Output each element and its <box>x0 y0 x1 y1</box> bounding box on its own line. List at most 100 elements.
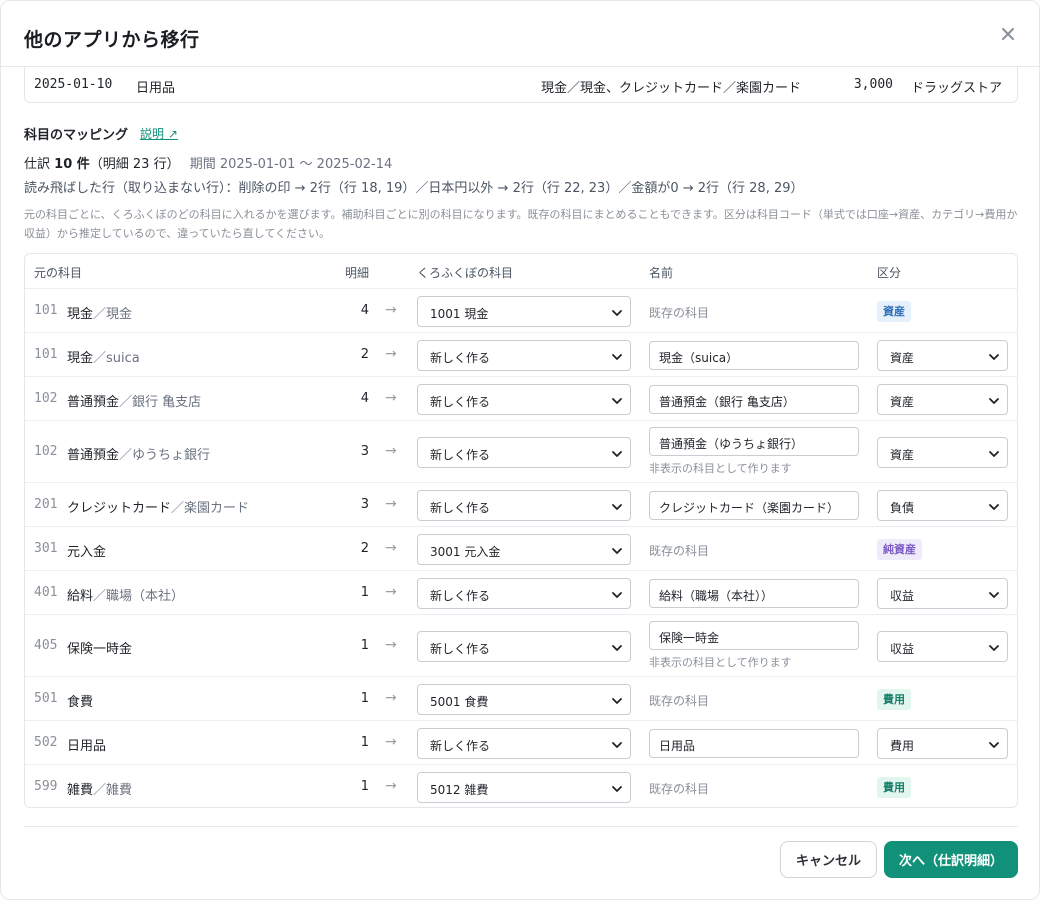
source-main: 普通預金 <box>67 448 120 463</box>
target-account-select[interactable]: 新しく作る <box>417 631 631 662</box>
preview-row: 2025-01-10 日用品 現金／現金、クレジットカード／楽園カード 3,00… <box>24 67 1018 103</box>
existing-account-label: 既存の科目 <box>649 306 710 320</box>
line-count: 1 <box>360 585 369 600</box>
table-row: 101 現金／suica 2 → 新しく作る 現金（suica） 資産 <box>25 332 1017 377</box>
source-sub: ／楽園カード <box>171 501 250 516</box>
source-account: 普通預金／銀行 亀支店 <box>67 391 201 410</box>
preview-date: 2025-01-10 <box>34 77 113 92</box>
source-code: 502 <box>34 735 58 750</box>
source-sub: ／銀行 亀支店 <box>119 395 202 410</box>
chevron-down-icon <box>611 448 623 458</box>
target-account-select[interactable]: 5012 雑費 <box>417 772 631 803</box>
line-count: 4 <box>360 391 369 406</box>
header-name: 名前 <box>649 266 674 280</box>
line-count: 1 <box>360 691 369 706</box>
account-name-input[interactable]: 給料（職場（本社）） <box>649 579 859 608</box>
account-name-input[interactable]: 普通預金（ゆうちょ銀行） <box>649 427 859 456</box>
account-name-input[interactable]: 現金（suica） <box>649 341 859 370</box>
line-count: 4 <box>360 303 369 318</box>
summary-prefix: 仕訳 <box>24 157 51 172</box>
target-account-value: 新しく作る <box>430 501 491 515</box>
target-account-value: 新しく作る <box>430 739 491 753</box>
source-account: 給料／職場（本社） <box>67 585 184 604</box>
target-account-value: 新しく作る <box>430 351 491 365</box>
summary-line: 仕訳 10 件（明細 23 行） 期間 2025-01-01 〜 2025-02… <box>24 153 392 172</box>
chevron-down-icon <box>988 448 1000 458</box>
source-main: 元入金 <box>67 545 107 560</box>
account-name-input[interactable]: 保険一時金 <box>649 621 859 650</box>
chevron-down-icon <box>988 351 1000 361</box>
source-code: 102 <box>34 444 58 459</box>
table-row: 101 現金／現金 4 → 1001 現金 既存の科目 資産 <box>25 288 1017 333</box>
target-account-select[interactable]: 新しく作る <box>417 728 631 759</box>
category-value: 資産 <box>890 448 915 462</box>
category-badge: 費用 <box>877 689 911 710</box>
account-name-value: 給料（職場（本社）） <box>659 589 774 603</box>
category-select[interactable]: 資産 <box>877 340 1008 371</box>
account-name-value: 普通預金（銀行 亀支店） <box>659 395 795 409</box>
category-select[interactable]: 収益 <box>877 631 1008 662</box>
header-count: 明細 <box>344 266 369 280</box>
category-select[interactable]: 負債 <box>877 490 1008 521</box>
source-account: クレジットカード／楽園カード <box>67 497 249 516</box>
source-sub: ／職場（本社） <box>93 589 185 604</box>
category-select[interactable]: 費用 <box>877 728 1008 759</box>
source-account: 保険一時金 <box>67 638 132 657</box>
arrow-icon: → <box>385 690 397 706</box>
line-count: 3 <box>360 497 369 512</box>
import-dialog: 他のアプリから移行 2025-01-10 日用品 現金／現金、クレジットカード／… <box>0 0 1040 900</box>
cancel-button[interactable]: キャンセル <box>780 841 877 878</box>
category-value: 収益 <box>890 589 915 603</box>
existing-account-label: 既存の科目 <box>649 782 710 796</box>
close-icon[interactable] <box>997 23 1019 45</box>
target-account-select[interactable]: 新しく作る <box>417 437 631 468</box>
source-main: 現金 <box>67 351 94 366</box>
source-main: 保険一時金 <box>67 642 133 657</box>
source-sub: ／suica <box>93 351 140 366</box>
table-row: 102 普通預金／銀行 亀支店 4 → 新しく作る 普通預金（銀行 亀支店） 資産 <box>25 376 1017 421</box>
arrow-icon: → <box>385 496 397 512</box>
account-name-input[interactable]: 日用品 <box>649 729 859 758</box>
existing-account-label: 既存の科目 <box>649 544 710 558</box>
source-account: 元入金 <box>67 541 106 560</box>
category-value: 負債 <box>890 501 915 515</box>
mapping-table: 元の科目 明細 くろふくぼの科目 名前 区分 101 現金／現金 4 → 1001 現金… <box>24 253 1018 808</box>
source-account: 普通預金／ゆうちょ銀行 <box>67 444 210 463</box>
target-account-value: 新しく作る <box>430 642 491 656</box>
category-badge: 費用 <box>877 777 911 798</box>
account-name-value: クレジットカード（楽園カード） <box>659 501 840 515</box>
chevron-down-icon <box>988 642 1000 652</box>
target-account-select[interactable]: 新しく作る <box>417 490 631 521</box>
category-select[interactable]: 収益 <box>877 578 1008 609</box>
target-account-select[interactable]: 1001 現金 <box>417 296 631 327</box>
source-account: 雑費／雑費 <box>67 779 132 798</box>
source-code: 401 <box>34 585 58 600</box>
arrow-icon: → <box>385 778 397 794</box>
target-account-select[interactable]: 新しく作る <box>417 340 631 371</box>
category-select[interactable]: 資産 <box>877 437 1008 468</box>
chevron-down-icon <box>988 395 1000 405</box>
next-button[interactable]: 次へ（仕訳明細） <box>884 841 1018 878</box>
target-account-select[interactable]: 3001 元入金 <box>417 534 631 565</box>
mapping-description: 元の科目ごとに、くろふくぼのどの科目に入れるかを選びます。補助科目ごとに別の科目… <box>24 208 1018 240</box>
line-count: 1 <box>360 638 369 653</box>
chevron-down-icon <box>611 642 623 652</box>
header-source: 元の科目 <box>34 266 83 280</box>
target-account-value: 3001 元入金 <box>430 545 501 559</box>
account-name-input[interactable]: 普通預金（銀行 亀支店） <box>649 385 859 414</box>
target-account-select[interactable]: 新しく作る <box>417 578 631 609</box>
chevron-down-icon <box>611 695 623 705</box>
account-name-input[interactable]: クレジットカード（楽園カード） <box>649 491 859 520</box>
preview-payee: ドラッグストア <box>911 81 1003 96</box>
help-link[interactable]: 説明 ↗ <box>140 125 178 142</box>
hidden-account-hint: 非表示の科目として作ります <box>649 656 792 669</box>
account-name-value: 日用品 <box>659 739 696 753</box>
target-account-select[interactable]: 新しく作る <box>417 384 631 415</box>
target-account-select[interactable]: 5001 食費 <box>417 684 631 715</box>
summary-count: 10 件 <box>54 157 90 172</box>
summary-detail: （明細 23 行） <box>89 157 180 172</box>
category-value: 費用 <box>890 739 915 753</box>
category-badge: 資産 <box>877 301 911 322</box>
category-select[interactable]: 資産 <box>877 384 1008 415</box>
source-account: 現金／suica <box>67 347 140 366</box>
